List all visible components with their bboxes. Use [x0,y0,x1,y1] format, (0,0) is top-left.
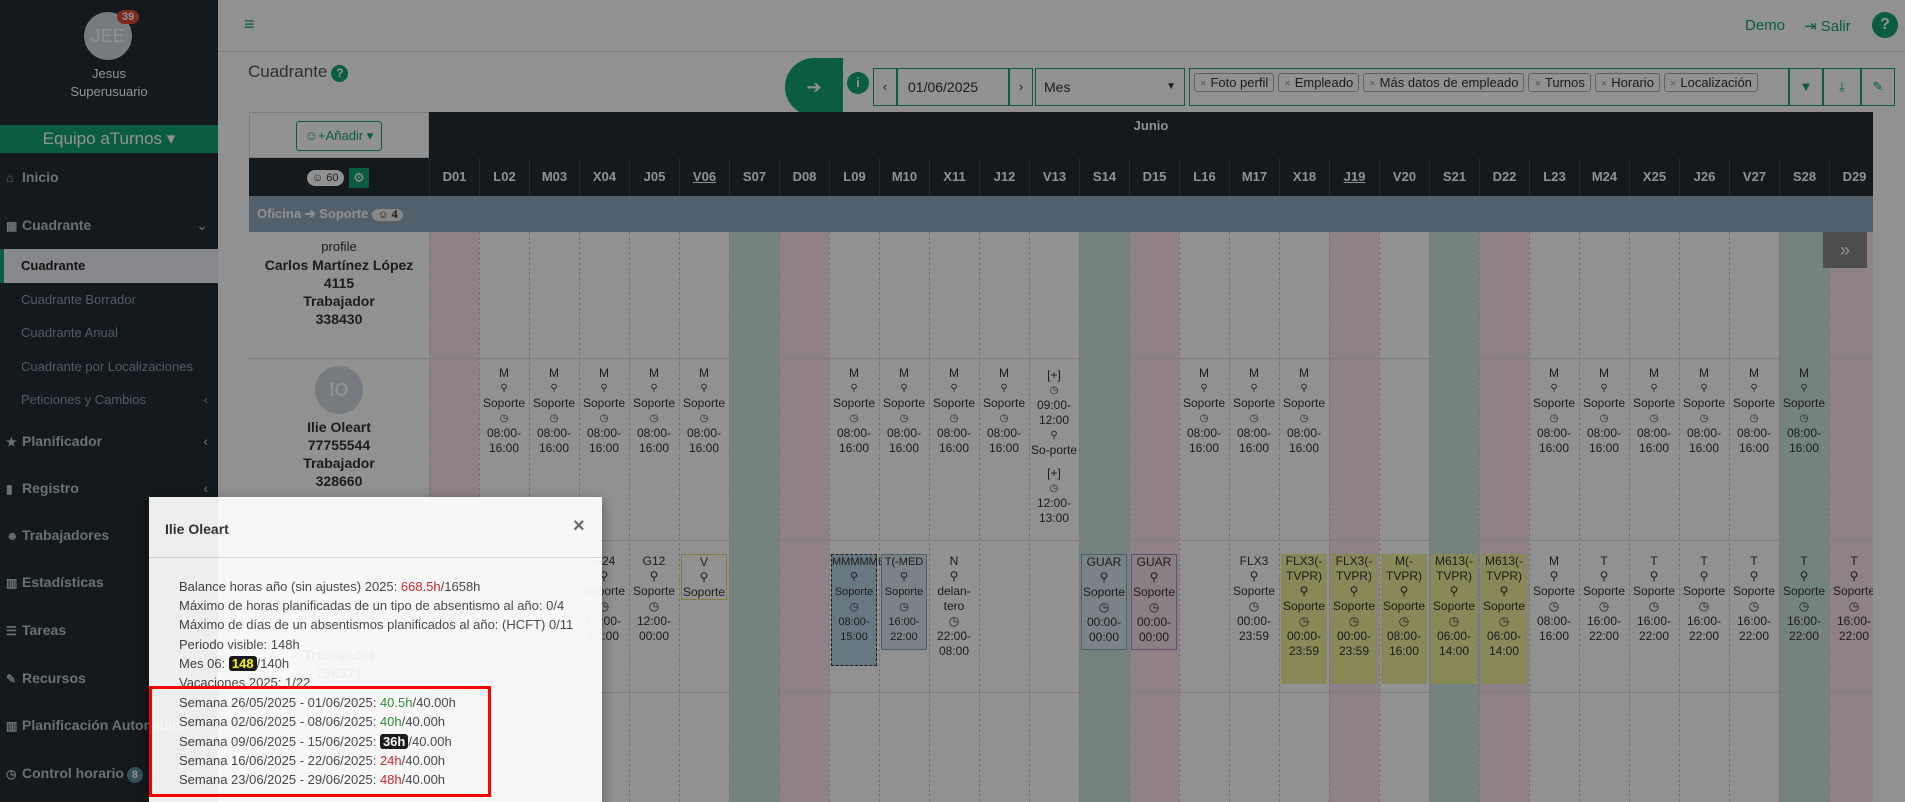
modal-title: Ilie Oleart [165,521,229,537]
balance-value: 668.5h [400,579,441,594]
balance-line: Balance horas año (sin ajustes) 2025: 66… [179,579,480,594]
max-hours-line: Máximo de horas planificadas de un tipo … [179,598,565,613]
month-line: Mes 06: 148/140h [179,656,289,671]
visible-period-line: Periodo visible: 148h [179,637,300,652]
month-label: Mes 06: [179,656,226,671]
month-value: 148 [228,656,257,671]
balance-label: Balance horas año (sin ajustes) 2025: [179,579,398,594]
close-icon[interactable]: × [573,515,585,538]
balance-total: /1658h [440,579,481,594]
month-total: /140h [256,656,290,671]
max-days-line: Máximo de días de un absentismos planifi… [179,617,574,632]
modal-divider [149,557,602,558]
highlight-box [149,686,491,797]
